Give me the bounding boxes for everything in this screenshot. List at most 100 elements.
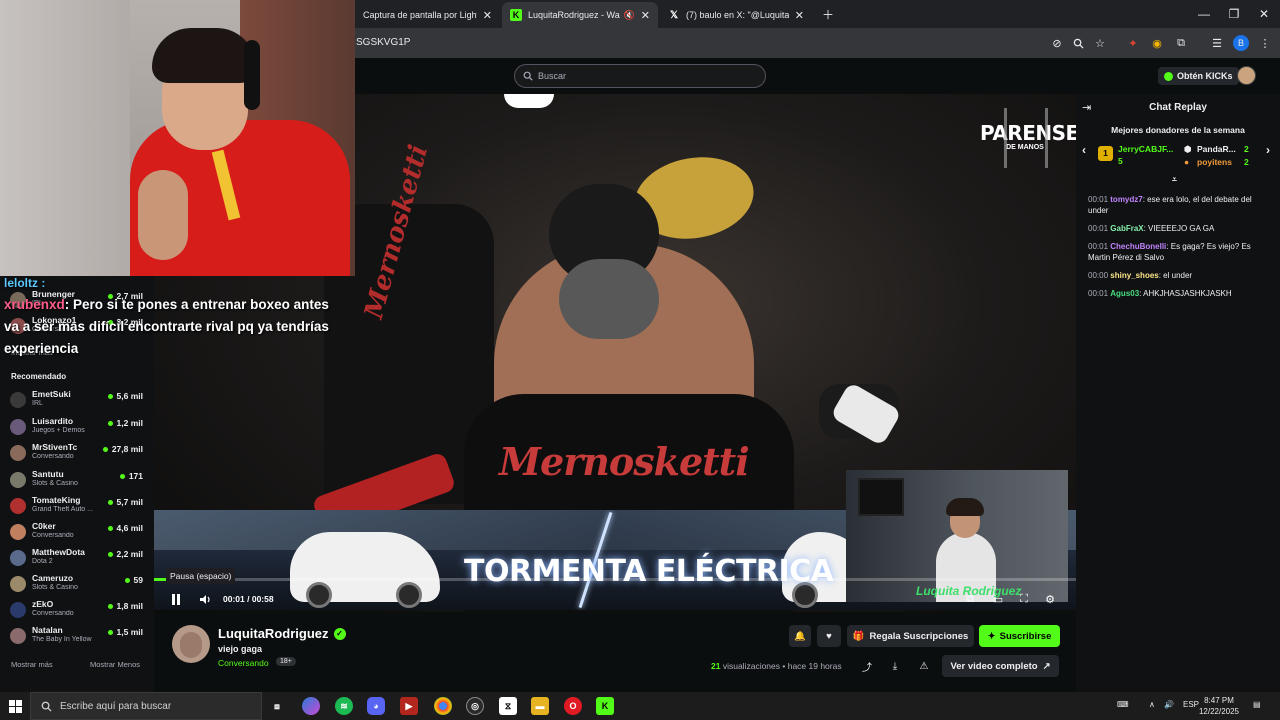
browser-menu-icon[interactable]: ⋮ [1257, 35, 1273, 51]
task-view-icon[interactable]: ⧈ [268, 697, 286, 715]
donors-next-icon[interactable]: › [1266, 143, 1270, 157]
keyboard-icon[interactable]: ⌨ [1117, 700, 1129, 709]
sidebar-item-emetsuki[interactable]: EmetSuki IRL 5,6 mil [10, 388, 146, 410]
gift-subs-button[interactable]: 🎁 Regala Suscripciones [847, 625, 974, 647]
sidebar-item-zeko[interactable]: zEkO Conversando 1,8 mil [10, 598, 146, 620]
avatar [10, 576, 26, 592]
sidebar-item-matthewdota[interactable]: MatthewDota Dota 2 2,2 mil [10, 546, 146, 568]
message-user[interactable]: GabFraX [1110, 224, 1143, 233]
message-user[interactable]: ChechuBonelli [1110, 242, 1166, 251]
follow-button[interactable]: ♥ [817, 625, 841, 647]
chrome-icon[interactable] [434, 697, 452, 715]
opera-icon[interactable]: O [564, 697, 582, 715]
live-dot-icon [107, 525, 113, 531]
show-less-link[interactable]: Mostrar Menos [90, 660, 140, 669]
message-text: : VIEEEEJO GA GA [1143, 224, 1215, 233]
viewer-count: 27,8 mil [102, 444, 143, 454]
pause-button[interactable] [168, 591, 184, 607]
show-more-link[interactable]: Mostrar más [11, 660, 53, 669]
obs-icon[interactable]: ◎ [466, 697, 484, 715]
profile-avatar-icon[interactable]: B [1233, 35, 1249, 51]
download-icon[interactable]: ⤓ [889, 660, 901, 672]
taskbar-search-input[interactable]: Escribe aquí para buscar [30, 692, 262, 720]
restore-button[interactable]: ❐ [1218, 0, 1250, 28]
bandana [559, 259, 659, 339]
donors-prev-icon[interactable]: ‹ [1082, 143, 1086, 157]
current-time: 00:01 [223, 594, 245, 604]
message-user[interactable]: Agus03 [1110, 289, 1139, 298]
copilot-icon[interactable] [302, 697, 320, 715]
minimize-button[interactable]: — [1188, 0, 1220, 28]
pip-mode-button[interactable]: ⧉ [962, 591, 978, 607]
viewer-count-label: 171 [128, 471, 143, 481]
extensions-puzzle-icon[interactable]: ⧉ [1173, 35, 1189, 51]
timecode: 00:01 / 00:58 [223, 594, 274, 604]
progress-bar[interactable] [154, 578, 1076, 581]
sidebar-item-luisardito[interactable]: Luisardito Juegos + Demos 1,2 mil [10, 415, 146, 437]
age-badge: 18+ [276, 657, 296, 666]
chat-message: 00:00 shiny_shoes: el under [1088, 270, 1272, 281]
sidebar-item-santutu[interactable]: Santutu Slots & Casino 171 [10, 468, 146, 490]
fullscreen-button[interactable]: ⛶ [1016, 591, 1032, 607]
viewer-count: 59 [124, 575, 143, 585]
new-tab-button[interactable]: ＋ [812, 0, 844, 28]
expand-donors-icon[interactable]: ⩡ [1172, 174, 1177, 185]
settings-button[interactable]: ⚙ [1042, 591, 1058, 607]
sidebar-item-tomateking[interactable]: TomateKing Grand Theft Auto ... 5,7 mil [10, 494, 146, 516]
volume-button[interactable] [198, 591, 214, 607]
full-video-button[interactable]: Ver video completo ↗ [942, 655, 1059, 677]
tray-expand-icon[interactable]: ∧ [1149, 700, 1155, 709]
avatar [10, 445, 26, 461]
message-user[interactable]: shiny_shoes [1110, 271, 1158, 280]
video-editor-icon[interactable]: ▶ [400, 697, 418, 715]
report-icon[interactable]: ⚠ [918, 660, 930, 672]
file-explorer-icon[interactable]: ▬ [531, 697, 549, 715]
subscribe-button[interactable]: ✦ Suscribirse [979, 625, 1060, 647]
sidebar-item-natalan[interactable]: Natalan The Baby In Yellow 1,5 mil [10, 624, 146, 646]
close-tab-icon[interactable]: ✕ [483, 9, 492, 22]
channel-name: zEkO [32, 599, 54, 609]
sidebar-item-cameruzo[interactable]: Cameruzo Slots & Casino 59 [10, 572, 146, 594]
user-avatar[interactable] [1237, 66, 1256, 85]
share-icon[interactable]: ⤴ [861, 660, 873, 674]
capcut-icon[interactable]: ⧖ [499, 697, 517, 715]
live-dot-icon [107, 629, 113, 635]
discord-icon[interactable]: ◕ [367, 697, 385, 715]
car-wheel [396, 582, 422, 608]
spotify-icon[interactable]: ≋ [335, 697, 353, 715]
reading-list-icon[interactable]: ☰ [1209, 35, 1225, 51]
close-tab-icon[interactable]: ✕ [795, 9, 804, 22]
search-input[interactable]: Buscar [514, 64, 766, 88]
taskbar-clock[interactable]: 8:47 PM 12/22/2025 [1196, 695, 1242, 717]
volume-tray-icon[interactable]: 🔊 [1164, 700, 1174, 709]
channel-name[interactable]: LuquitaRodriguez [218, 626, 329, 641]
zoom-icon[interactable] [1070, 35, 1086, 51]
sidebar-item-c0ker[interactable]: C0ker Conversando 4,6 mil [10, 520, 146, 542]
tab-x[interactable]: 𝕏 (7) baulo en X: "@LuquitaRodriguez ✕ [660, 2, 812, 28]
tab-lightshot[interactable]: Captura de pantalla por Lightshot ✕ [355, 2, 500, 28]
windows-start-icon[interactable] [6, 697, 24, 715]
pause-tooltip: Pausa (espacio) [166, 568, 236, 584]
viewer-count: 5,6 mil [107, 391, 143, 401]
avatar [10, 628, 26, 644]
close-tab-icon[interactable]: ✕ [641, 9, 650, 22]
get-kicks-button[interactable]: Obtén KICKs [1158, 67, 1239, 85]
sidebar-item-mrstiventc[interactable]: MrStivenTc Conversando 27,8 mil [10, 441, 146, 463]
close-window-button[interactable]: ✕ [1248, 0, 1280, 28]
message-user[interactable]: tomydz7 [1110, 195, 1142, 204]
channel-avatar[interactable] [172, 625, 210, 663]
tab-kick[interactable]: K LuquitaRodriguez - Watch & Chat 🔇 ✕ [502, 2, 658, 28]
extension-color-icon[interactable]: ◉ [1149, 35, 1165, 51]
muted-tab-icon[interactable]: 🔇 [624, 10, 635, 21]
notifications-icon[interactable]: ▤ [1253, 700, 1261, 709]
extension-icon[interactable]: ✦ [1125, 35, 1141, 51]
theater-mode-button[interactable]: ▭ [990, 591, 1006, 607]
eye-off-icon[interactable]: ⊘ [1049, 35, 1065, 51]
url-text[interactable]: SGSKVG1P [356, 37, 410, 48]
video-category[interactable]: Conversando [218, 658, 269, 668]
bookmark-star-icon[interactable]: ☆ [1092, 35, 1108, 51]
live-dot-icon [119, 473, 125, 479]
viewer-count-label: 1,5 mil [116, 627, 143, 637]
notifications-button[interactable]: 🔔 [789, 625, 811, 647]
kick-app-icon[interactable]: K [596, 697, 614, 715]
